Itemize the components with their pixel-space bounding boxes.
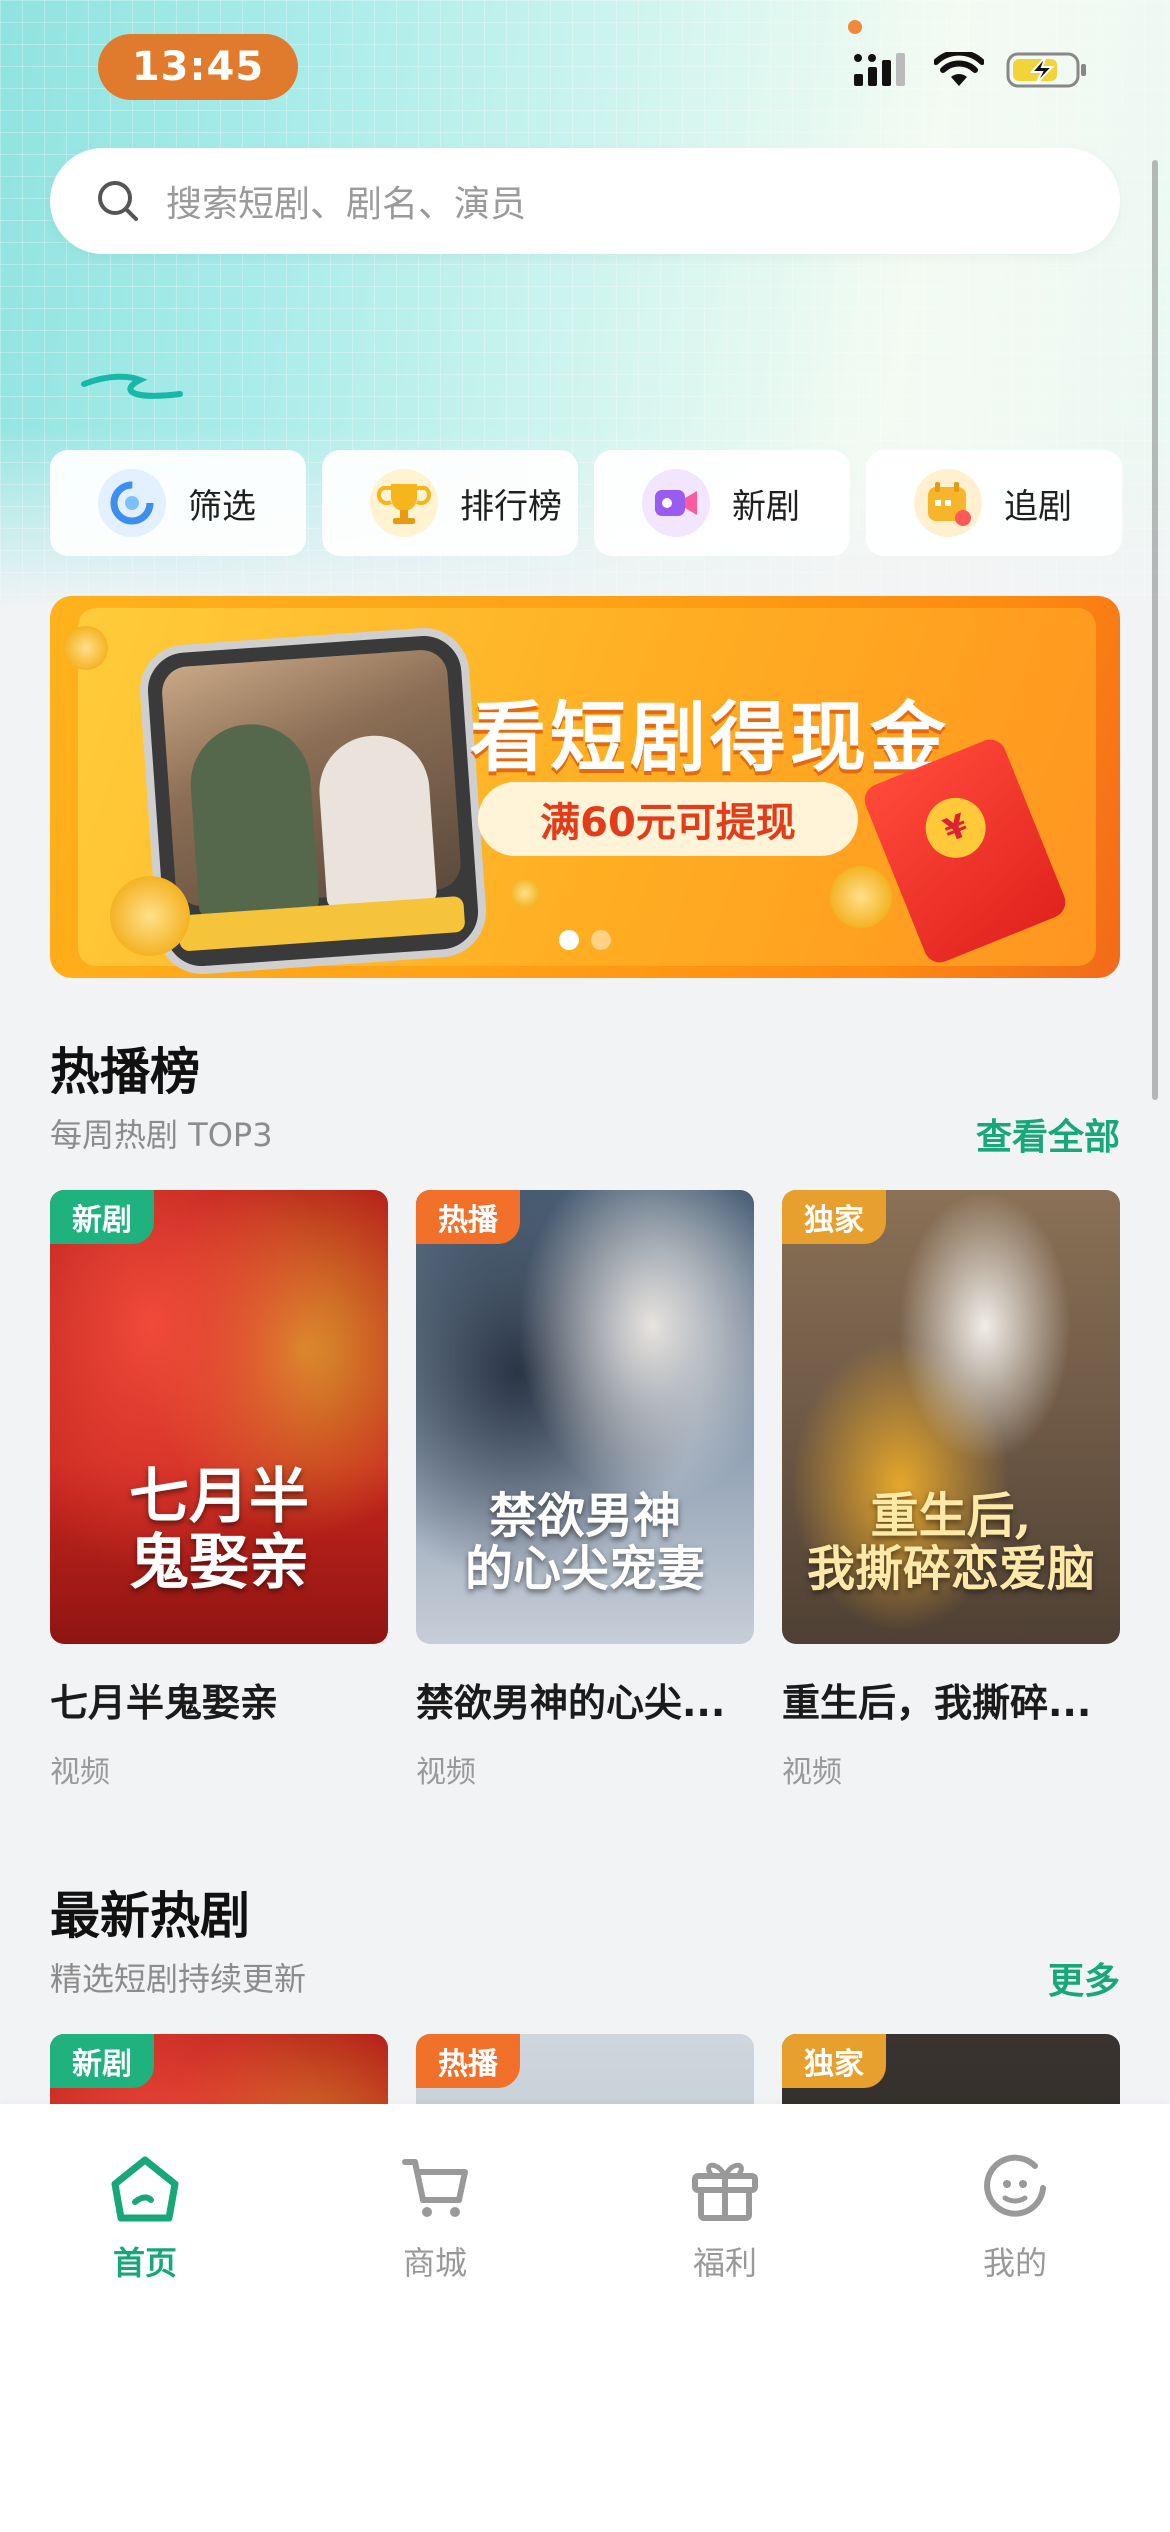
drama-card[interactable]: 新剧 七月半 鬼娶亲 七月半鬼娶亲 视频 <box>50 1190 388 1791</box>
recording-indicator <box>848 20 862 34</box>
quick-ranking-label: 排行榜 <box>460 486 562 527</box>
wifi-icon <box>934 52 984 86</box>
banner-title: 看短剧得现金 <box>470 693 950 782</box>
hot-tag-badge: 热播 <box>416 2034 520 2088</box>
carousel-dot[interactable] <box>591 930 611 950</box>
bottom-tab-bar: 首页 商城 福利 我的 <box>0 2104 1170 2532</box>
hot-card-row: 新剧 七月半 鬼娶亲 七月半鬼娶亲 视频 热播 禁欲男神 的心尖宠妻 禁欲男神的… <box>50 1190 1120 1791</box>
coin-decoration <box>510 878 540 908</box>
tab-welfare[interactable]: 福利 <box>640 2154 810 2284</box>
phone-screen-image <box>160 648 463 919</box>
home-icon <box>111 2156 179 2222</box>
new-tag-badge: 新剧 <box>50 2034 154 2088</box>
promo-banner[interactable]: 看短剧得现金 满60元可提现 ¥ <box>50 596 1120 978</box>
calendar-icon <box>914 469 982 537</box>
drama-title: 七月半鬼娶亲 <box>50 1681 279 1725</box>
profile-icon <box>984 2154 1046 2217</box>
scrollbar[interactable] <box>1152 160 1158 1100</box>
exclusive-tag-badge: 独家 <box>782 1190 886 1244</box>
poster-title-art: 重生后, 我撕碎恋爱脑 <box>806 1488 1095 1598</box>
actress-figure <box>315 731 438 910</box>
quick-filter-button[interactable]: 筛选 <box>50 450 306 556</box>
drama-type: 视频 <box>50 1755 110 1790</box>
drama-poster[interactable]: 新剧 七月半 鬼娶亲 <box>50 1190 388 1644</box>
quick-follow-label: 追剧 <box>1004 486 1072 527</box>
hot-tag-badge: 热播 <box>416 1190 520 1244</box>
quick-entry-row: 筛选 排行榜 新剧 追剧 <box>50 450 1122 556</box>
trophy-icon <box>370 469 438 537</box>
cart-icon <box>402 2159 468 2217</box>
quick-filter-label: 筛选 <box>188 486 256 527</box>
battery-charging-icon <box>1006 52 1086 88</box>
search-placeholder: 搜索短剧、剧名、演员 <box>166 184 527 225</box>
new-tag-badge: 新剧 <box>50 1190 154 1244</box>
poster-title-art: 七月半 鬼娶亲 <box>129 1462 309 1598</box>
drama-poster[interactable]: 独家 重生后, 我撕碎恋爱脑 <box>782 1190 1120 1644</box>
tab-shop-label: 商城 <box>402 2244 467 2282</box>
quick-follow-button[interactable]: 追剧 <box>866 450 1122 556</box>
tab-home[interactable]: 首页 <box>60 2154 230 2284</box>
quick-ranking-button[interactable]: 排行榜 <box>322 450 578 556</box>
drama-title: 禁欲男神的心尖... <box>416 1681 726 1725</box>
yuan-coin-icon: ¥ <box>916 788 995 867</box>
gift-icon <box>692 2162 758 2221</box>
filter-icon <box>98 469 166 537</box>
drama-type: 视频 <box>782 1755 842 1790</box>
coin-decoration <box>110 876 190 956</box>
latest-section-title: 最新热剧 <box>50 1887 250 1945</box>
tab-shop[interactable]: 商城 <box>350 2154 520 2284</box>
status-icons <box>854 50 1090 90</box>
latest-more-link[interactable]: 更多 <box>1048 1952 1120 2004</box>
hot-view-all-link[interactable]: 查看全部 <box>976 1108 1120 1160</box>
video-camera-icon <box>642 469 710 537</box>
quick-new-drama-button[interactable]: 新剧 <box>594 450 850 556</box>
cellular-signal-icon <box>854 53 905 86</box>
quick-new-drama-label: 新剧 <box>732 486 800 527</box>
tab-welfare-label: 福利 <box>692 2244 757 2282</box>
exclusive-tag-badge: 独家 <box>782 2034 886 2088</box>
decorative-squiggle-icon <box>81 373 183 399</box>
phone-illustration <box>136 624 490 978</box>
app-screen: 13:45 搜索短剧、剧名、演员 筛选 排行榜 新剧 追剧 看短剧得现金 满60… <box>0 0 1170 2532</box>
drama-card[interactable]: 独家 重生后, 我撕碎恋爱脑 重生后，我撕碎... 视频 <box>782 1190 1120 1791</box>
tab-home-label: 首页 <box>112 2244 177 2282</box>
drama-poster[interactable]: 热播 禁欲男神 的心尖宠妻 <box>416 1190 754 1644</box>
actor-figure <box>186 720 320 919</box>
latest-section-subtitle: 精选短剧持续更新 <box>50 1960 307 1998</box>
tab-profile-label: 我的 <box>982 2244 1047 2282</box>
carousel-dots <box>559 930 611 950</box>
drama-card[interactable]: 热播 禁欲男神 的心尖宠妻 禁欲男神的心尖... 视频 <box>416 1190 754 1791</box>
search-icon <box>98 181 138 221</box>
coin-decoration <box>64 626 108 670</box>
hot-section-title: 热播榜 <box>50 1043 200 1101</box>
hot-section-subtitle: 每周热剧 TOP3 <box>50 1116 273 1154</box>
search-bar[interactable]: 搜索短剧、剧名、演员 <box>50 148 1120 254</box>
coin-decoration <box>830 866 892 928</box>
status-time: 13:45 <box>98 34 298 100</box>
poster-title-art: 禁欲男神 的心尖宠妻 <box>464 1488 705 1598</box>
tab-profile[interactable]: 我的 <box>930 2154 1100 2284</box>
drama-title: 重生后，我撕碎... <box>782 1681 1092 1725</box>
banner-withdraw-pill: 满60元可提现 <box>478 782 858 856</box>
drama-type: 视频 <box>416 1755 476 1790</box>
carousel-dot-active[interactable] <box>559 930 579 950</box>
